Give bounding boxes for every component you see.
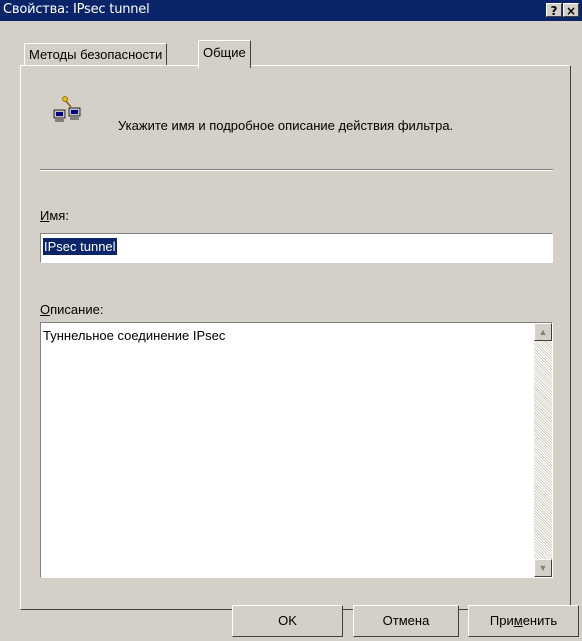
tab-security-methods-label: Методы безопасности xyxy=(29,47,163,62)
window-title: Свойства: IPsec tunnel xyxy=(3,2,150,17)
tab-general-label: Общие xyxy=(203,45,246,60)
description-label-rest: писание: xyxy=(50,302,104,317)
apply-label-accel: м xyxy=(513,613,523,628)
network-filter-icon xyxy=(53,96,81,122)
properties-dialog: Свойства: IPsec tunnel ? × Методы безопа… xyxy=(0,0,582,641)
apply-button[interactable]: Применить xyxy=(468,605,579,637)
description-label-accel: О xyxy=(40,302,51,317)
name-field[interactable]: IPsec tunnel xyxy=(40,233,553,263)
filter-action-description: Укажите имя и подробное описание действи… xyxy=(118,118,454,133)
apply-label-pre: При xyxy=(489,613,514,628)
close-button[interactable]: × xyxy=(563,3,579,18)
name-label-accel: И xyxy=(40,208,50,223)
tab-security-methods[interactable]: Методы безопасности xyxy=(24,43,168,65)
title-bar[interactable]: Свойства: IPsec tunnel ? × xyxy=(0,0,582,21)
cancel-button[interactable]: Отмена xyxy=(353,605,459,637)
name-label: Имя: xyxy=(40,208,69,223)
name-field-value: IPsec tunnel xyxy=(43,238,117,255)
name-label-rest: мя: xyxy=(49,208,69,223)
vertical-scrollbar[interactable]: ▲ ▼ xyxy=(534,323,552,577)
ok-button[interactable]: OK xyxy=(232,605,343,637)
help-button[interactable]: ? xyxy=(546,3,562,18)
tab-general[interactable]: Общие xyxy=(198,40,251,68)
apply-label-post: енить xyxy=(522,613,558,628)
scroll-down-icon[interactable]: ▼ xyxy=(534,559,552,577)
description-textarea[interactable]: Туннельное соединение IPsec ▲ ▼ xyxy=(40,322,553,578)
description-label: Описание: xyxy=(40,302,103,317)
scroll-up-icon[interactable]: ▲ xyxy=(534,323,552,341)
description-value: Туннельное соединение IPsec xyxy=(43,328,226,343)
separator xyxy=(40,169,553,171)
